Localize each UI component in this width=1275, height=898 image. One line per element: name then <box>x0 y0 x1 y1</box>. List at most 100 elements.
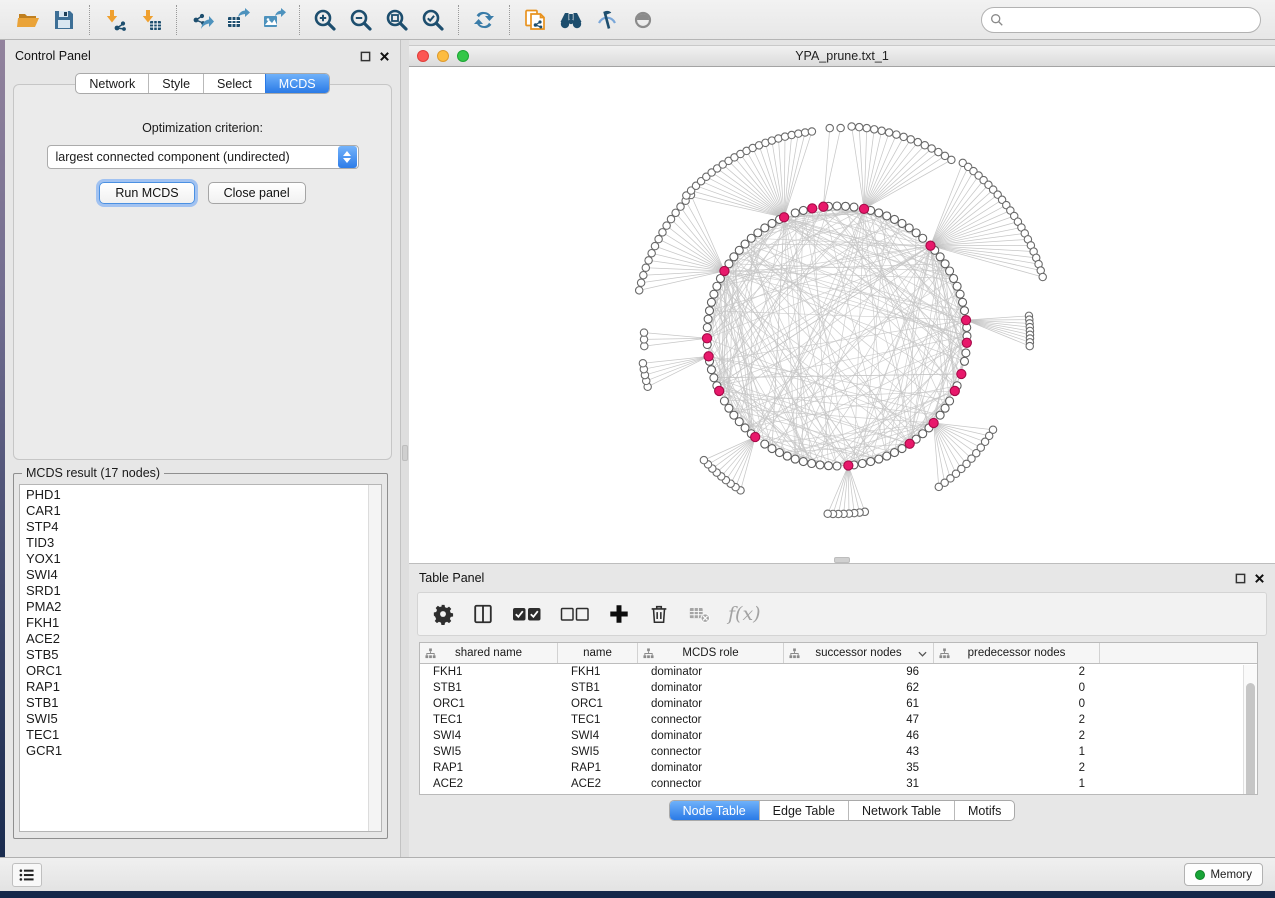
mcds-result-item[interactable]: RAP1 <box>20 679 367 695</box>
network-node[interactable] <box>816 461 824 469</box>
save-session-button[interactable] <box>46 4 82 36</box>
network-leaf-node[interactable] <box>659 229 666 236</box>
network-node[interactable] <box>768 445 776 453</box>
horizontal-splitter-grip[interactable] <box>834 557 850 563</box>
network-node[interactable] <box>747 234 755 242</box>
network-leaf-node[interactable] <box>826 124 833 131</box>
network-node[interactable] <box>962 349 970 357</box>
network-leaf-node[interactable] <box>651 242 658 249</box>
network-leaf-node[interactable] <box>837 124 844 131</box>
network-node[interactable] <box>875 209 883 217</box>
mcds-hub-node[interactable] <box>961 316 970 325</box>
network-node[interactable] <box>783 452 791 460</box>
network-node[interactable] <box>741 424 749 432</box>
float-table-panel-icon[interactable] <box>1235 573 1246 584</box>
splitter-grip[interactable] <box>402 445 408 461</box>
network-node[interactable] <box>808 460 816 468</box>
mcds-list-scrollbar[interactable] <box>368 485 381 831</box>
network-node[interactable] <box>875 455 883 463</box>
network-node[interactable] <box>941 260 949 268</box>
network-leaf-node[interactable] <box>795 130 802 137</box>
mcds-hub-node[interactable] <box>926 241 935 250</box>
network-node[interactable] <box>791 209 799 217</box>
network-leaf-node[interactable] <box>856 123 863 130</box>
mcds-result-item[interactable]: STB5 <box>20 647 367 663</box>
network-node[interactable] <box>735 418 743 426</box>
network-leaf-node[interactable] <box>788 131 795 138</box>
network-node[interactable] <box>713 282 721 290</box>
network-node[interactable] <box>905 224 913 232</box>
network-leaf-node[interactable] <box>871 126 878 133</box>
run-mcds-button[interactable]: Run MCDS <box>99 182 194 204</box>
network-node[interactable] <box>704 315 712 323</box>
network-leaf-node[interactable] <box>636 287 643 294</box>
network-leaf-node[interactable] <box>1039 273 1046 280</box>
network-node[interactable] <box>720 397 728 405</box>
network-node[interactable] <box>898 445 906 453</box>
hide-selected-button[interactable] <box>589 4 625 36</box>
network-leaf-node[interactable] <box>824 510 831 517</box>
zoom-selected-button[interactable] <box>415 4 451 36</box>
delete-column-button[interactable] <box>648 599 670 629</box>
zoom-in-button[interactable] <box>307 4 343 36</box>
mcds-hub-node[interactable] <box>720 266 729 275</box>
mcds-hub-node[interactable] <box>950 386 959 395</box>
mcds-result-item[interactable]: FKH1 <box>20 615 367 631</box>
network-window-titlebar[interactable]: YPA_prune.txt_1 <box>409 45 1275 67</box>
network-node[interactable] <box>946 267 954 275</box>
network-node[interactable] <box>912 229 920 237</box>
tab-select[interactable]: Select <box>203 74 265 93</box>
network-leaf-node[interactable] <box>1026 342 1033 349</box>
network-node[interactable] <box>833 202 841 210</box>
network-leaf-node[interactable] <box>642 264 649 271</box>
export-table-button[interactable] <box>220 4 256 36</box>
search-input[interactable] <box>1010 13 1252 27</box>
network-node[interactable] <box>936 411 944 419</box>
column-header-shared-name[interactable]: shared name <box>420 643 558 663</box>
close-panel-button[interactable]: Close panel <box>208 182 306 204</box>
network-node[interactable] <box>730 253 738 261</box>
network-leaf-node[interactable] <box>640 329 647 336</box>
table-tab-edge-table[interactable]: Edge Table <box>759 801 848 820</box>
mcds-hub-node[interactable] <box>780 213 789 222</box>
table-row[interactable]: STB1STB1dominator620 <box>420 680 1257 696</box>
network-node[interactable] <box>741 240 749 248</box>
table-scrollbar[interactable] <box>1243 665 1257 794</box>
network-leaf-node[interactable] <box>900 133 907 140</box>
network-leaf-node[interactable] <box>640 271 647 278</box>
network-leaf-node[interactable] <box>948 156 955 163</box>
import-table-button[interactable] <box>133 4 169 36</box>
network-node[interactable] <box>919 430 927 438</box>
network-node[interactable] <box>950 275 958 283</box>
network-node[interactable] <box>883 212 891 220</box>
mcds-result-list[interactable]: PHD1CAR1STP4TID3YOX1SWI4SRD1PMA2FKH1ACE2… <box>19 484 382 832</box>
network-node[interactable] <box>725 404 733 412</box>
network-node[interactable] <box>946 397 954 405</box>
network-leaf-node[interactable] <box>667 215 674 222</box>
network-node[interactable] <box>936 253 944 261</box>
network-leaf-node[interactable] <box>663 222 670 229</box>
deselect-all-button[interactable] <box>560 599 590 629</box>
criterion-select[interactable]: largest connected component (undirected) <box>47 145 359 169</box>
network-node[interactable] <box>707 366 715 374</box>
apply-layout-button[interactable] <box>466 4 502 36</box>
table-row[interactable]: SWI5SWI5connector431 <box>420 744 1257 760</box>
mcds-hub-node[interactable] <box>704 352 713 361</box>
zoom-out-button[interactable] <box>343 4 379 36</box>
network-leaf-node[interactable] <box>885 129 892 136</box>
tab-mcds[interactable]: MCDS <box>265 74 329 93</box>
network-leaf-node[interactable] <box>808 128 815 135</box>
network-node[interactable] <box>883 452 891 460</box>
mcds-hub-node[interactable] <box>957 369 966 378</box>
network-node[interactable] <box>761 224 769 232</box>
close-panel-icon[interactable] <box>379 51 390 62</box>
mcds-hub-node[interactable] <box>751 432 760 441</box>
network-node[interactable] <box>867 458 875 466</box>
open-file-button[interactable] <box>10 4 46 36</box>
import-network-button[interactable] <box>97 4 133 36</box>
show-all-button[interactable] <box>625 4 661 36</box>
table-row[interactable]: YOX1YOX1connector291 <box>420 792 1257 795</box>
mcds-result-item[interactable]: STP4 <box>20 519 367 535</box>
float-panel-icon[interactable] <box>360 51 371 62</box>
network-leaf-node[interactable] <box>863 124 870 131</box>
